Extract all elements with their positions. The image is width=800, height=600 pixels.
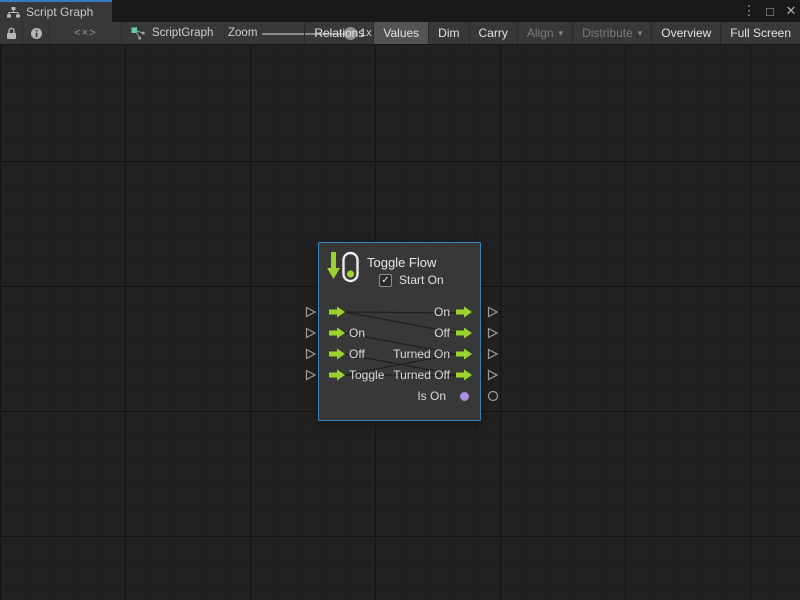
start-on-label: Start On [399, 274, 444, 287]
values-label: Values [383, 26, 419, 40]
code-preview-button[interactable]: <×> [50, 22, 122, 44]
flow-input-port[interactable] [329, 327, 345, 339]
maximize-icon[interactable]: □ [763, 4, 777, 19]
overview-button[interactable]: Overview [651, 22, 720, 44]
toolbar: <×> ScriptGraph Zoom 1x Relations Values… [0, 22, 800, 45]
toggle-flow-node[interactable]: Toggle Flow ✓ Start On On Off Toggle On … [318, 242, 481, 421]
relations-label: Relations [314, 26, 364, 40]
tab-script-graph[interactable]: Script Graph [0, 0, 112, 22]
info-icon [30, 27, 43, 40]
check-icon: ✓ [381, 276, 389, 286]
relations-button[interactable]: Relations [304, 22, 373, 44]
graph-breadcrumb[interactable]: ScriptGraph [131, 22, 213, 44]
full-screen-button[interactable]: Full Screen [720, 22, 800, 44]
info-button[interactable] [23, 22, 50, 44]
external-input-port[interactable] [305, 348, 317, 360]
overview-label: Overview [661, 26, 711, 40]
flow-input-port[interactable] [329, 369, 345, 381]
graph-tree-icon [7, 7, 20, 18]
values-button[interactable]: Values [373, 22, 428, 44]
external-input-port[interactable] [305, 306, 317, 318]
output-port-label: Turned Off [393, 368, 450, 382]
chevron-down-icon: ▾ [559, 28, 564, 39]
flow-input-port[interactable] [329, 348, 345, 360]
input-port-label: On [349, 326, 365, 340]
tab-title: Script Graph [26, 5, 93, 19]
start-on-checkbox[interactable]: ✓ [379, 274, 392, 287]
flow-output-port[interactable] [456, 327, 472, 339]
external-value-port[interactable] [487, 390, 499, 402]
external-output-port[interactable] [487, 306, 499, 318]
value-output-port[interactable] [460, 392, 469, 401]
external-input-port[interactable] [305, 369, 317, 381]
tab-bar: Script Graph ⋮ □ ✕ [0, 0, 800, 22]
flow-output-port[interactable] [456, 369, 472, 381]
zoom-label: Zoom [228, 22, 257, 44]
window-menu-icon[interactable]: ⋮ [742, 3, 756, 19]
input-port-label: Toggle [349, 368, 384, 382]
align-label: Align [527, 26, 554, 40]
toggle-flow-icon [327, 251, 361, 285]
dim-label: Dim [438, 26, 459, 40]
output-port-label: Turned On [393, 347, 450, 361]
dim-button[interactable]: Dim [428, 22, 468, 44]
distribute-label: Distribute [582, 26, 633, 40]
lock-button[interactable] [0, 22, 23, 44]
output-port-label: On [434, 305, 450, 319]
input-port-label: Off [349, 347, 365, 361]
output-port-label: Off [434, 326, 450, 340]
chevron-down-icon: ▾ [638, 28, 643, 39]
distribute-button[interactable]: Distribute ▾ [572, 22, 651, 44]
script-graph-icon [131, 26, 146, 40]
graph-name-label: ScriptGraph [152, 27, 213, 39]
close-icon[interactable]: ✕ [784, 3, 798, 19]
toolbar-button-group: Relations Values Dim Carry Align ▾ Distr… [304, 22, 800, 44]
external-output-port[interactable] [487, 327, 499, 339]
flow-input-port[interactable] [329, 306, 345, 318]
carry-label: Carry [479, 26, 508, 40]
external-output-port[interactable] [487, 348, 499, 360]
graph-canvas[interactable]: Toggle Flow ✓ Start On On Off Toggle On … [0, 45, 800, 600]
code-icon: <×> [74, 27, 96, 39]
external-output-port[interactable] [487, 369, 499, 381]
align-button[interactable]: Align ▾ [517, 22, 572, 44]
window-controls: ⋮ □ ✕ [742, 0, 798, 22]
carry-button[interactable]: Carry [469, 22, 517, 44]
full-screen-label: Full Screen [730, 26, 791, 40]
lock-icon [6, 27, 17, 40]
flow-output-port[interactable] [456, 306, 472, 318]
external-input-port[interactable] [305, 327, 317, 339]
output-port-label: Is On [417, 389, 446, 403]
node-title: Toggle Flow [367, 255, 436, 270]
flow-output-port[interactable] [456, 348, 472, 360]
